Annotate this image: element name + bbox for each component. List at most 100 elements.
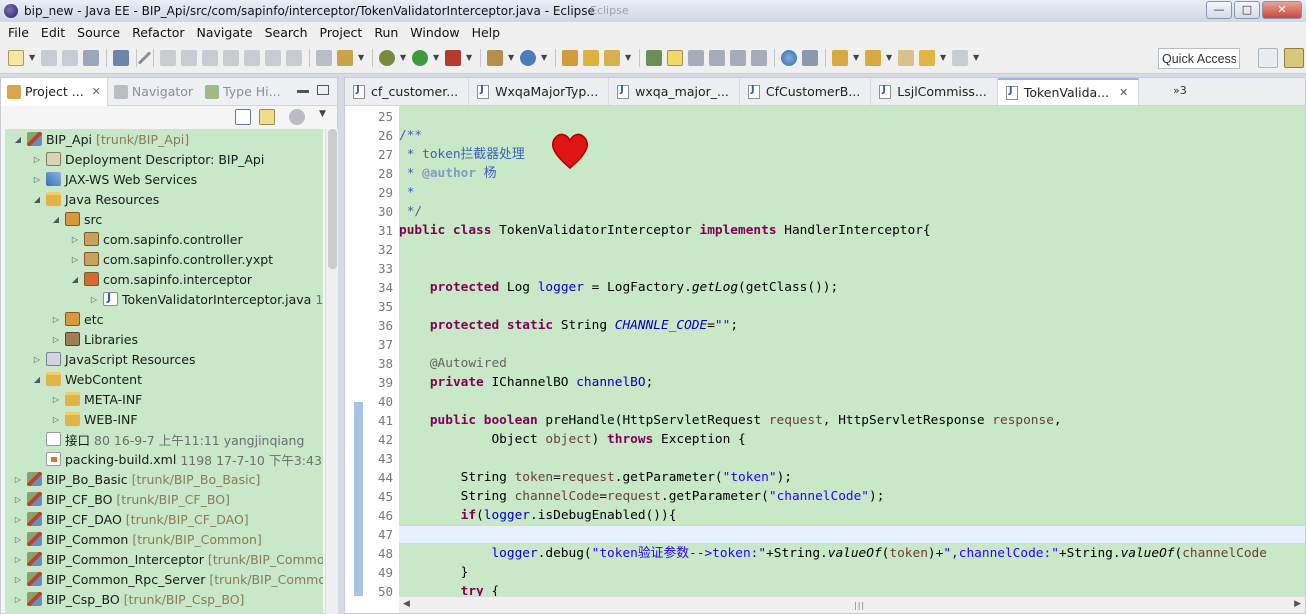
new-java-project-icon[interactable] bbox=[487, 49, 503, 66]
new-class-dropdown-icon[interactable]: ▼ bbox=[541, 53, 547, 62]
collapsed-arrow-icon[interactable]: ▷ bbox=[13, 595, 23, 604]
tab-project-explorer[interactable]: Project ... ✕ bbox=[1, 77, 108, 106]
run-icon[interactable] bbox=[412, 49, 428, 66]
server-icon[interactable] bbox=[113, 49, 129, 66]
search-dropdown-icon[interactable]: ▼ bbox=[625, 53, 631, 62]
open-type-icon[interactable] bbox=[562, 49, 578, 66]
collapse-all-icon[interactable] bbox=[235, 109, 251, 125]
minimize-button[interactable]: — bbox=[1206, 1, 1232, 19]
resume-icon[interactable] bbox=[160, 49, 176, 66]
search-icon[interactable] bbox=[604, 49, 620, 66]
menu-edit[interactable]: Edit bbox=[35, 25, 71, 40]
menu-navigate[interactable]: Navigate bbox=[191, 25, 259, 40]
tree-scrollbar[interactable] bbox=[325, 129, 338, 614]
save-all-icon[interactable] bbox=[62, 49, 78, 66]
collapsed-arrow-icon[interactable]: ▷ bbox=[51, 315, 61, 324]
back-dropdown-icon[interactable]: ▼ bbox=[940, 53, 946, 62]
step-return-icon[interactable] bbox=[286, 49, 302, 66]
pilcrow-icon[interactable] bbox=[751, 49, 767, 66]
code-area[interactable]: /** * token拦截器处理 * @author 杨 * */ public … bbox=[399, 106, 1305, 596]
debug-icon[interactable] bbox=[379, 49, 395, 66]
debug-dropdown-icon[interactable]: ▼ bbox=[400, 53, 406, 62]
open-folder-icon[interactable] bbox=[583, 49, 599, 66]
tree-item[interactable]: ▷ com.sapinfo.controller bbox=[5, 229, 323, 249]
task-icon[interactable] bbox=[646, 49, 662, 66]
tab-type-hierarchy[interactable]: Type Hi... bbox=[199, 78, 286, 106]
menu-window[interactable]: Window bbox=[404, 25, 465, 40]
new-java-dropdown-icon[interactable]: ▼ bbox=[508, 53, 514, 62]
collapsed-arrow-icon[interactable]: ▷ bbox=[51, 335, 61, 344]
close-icon[interactable]: ✕ bbox=[1119, 86, 1128, 99]
tree-item[interactable]: ▷ BIP_Bo_Basic [trunk/BIP_Bo_Basic] bbox=[5, 469, 323, 489]
collapsed-arrow-icon[interactable]: ▷ bbox=[13, 515, 23, 524]
tree-item[interactable]: ▷ TokenValidatorInterceptor.java16 bbox=[5, 289, 323, 309]
suspend-icon[interactable] bbox=[181, 49, 197, 66]
last-edit-icon[interactable] bbox=[898, 49, 914, 66]
scrollbar-thumb[interactable] bbox=[328, 129, 337, 269]
maximize-view-icon[interactable] bbox=[317, 85, 329, 95]
next-annotation-dropdown-icon[interactable]: ▼ bbox=[853, 53, 859, 62]
step-into-icon[interactable] bbox=[244, 49, 260, 66]
tree-item[interactable]: ▷ BIP_Common_Interceptor[trunk/BIP_Common… bbox=[5, 549, 323, 569]
editor-tab[interactable]: CfCustomerB... bbox=[740, 78, 872, 105]
tree-item[interactable]: ◢ WebContent bbox=[5, 369, 323, 389]
minimize-view-icon[interactable] bbox=[297, 90, 309, 93]
close-icon[interactable]: ✕ bbox=[92, 85, 101, 98]
block-selection-icon[interactable] bbox=[688, 49, 704, 66]
collapsed-arrow-icon[interactable]: ▷ bbox=[13, 535, 23, 544]
link-with-editor-icon[interactable] bbox=[259, 109, 275, 125]
expanded-arrow-icon[interactable]: ◢ bbox=[32, 195, 42, 204]
step-over-icon[interactable] bbox=[265, 49, 281, 66]
menu-project[interactable]: Project bbox=[314, 25, 369, 40]
view-menu-icon[interactable]: ▼ bbox=[319, 109, 335, 125]
tree-item[interactable]: ▷ com.sapinfo.controller.yxpt bbox=[5, 249, 323, 269]
tree-item[interactable]: ▷ JAX-WS Web Services bbox=[5, 169, 323, 189]
tree-item[interactable]: ◢ com.sapinfo.interceptor bbox=[5, 269, 323, 289]
prev-annotation-icon[interactable] bbox=[865, 49, 881, 66]
maximize-button[interactable]: □ bbox=[1234, 1, 1260, 19]
collapsed-arrow-icon[interactable]: ▷ bbox=[13, 475, 23, 484]
open-perspective-icon[interactable] bbox=[1258, 48, 1278, 68]
menu-search[interactable]: Search bbox=[259, 25, 314, 40]
next-annotation-icon[interactable] bbox=[832, 49, 848, 66]
collapsed-arrow-icon[interactable]: ▷ bbox=[13, 575, 23, 584]
new-dropdown-icon[interactable]: ▼ bbox=[29, 53, 35, 62]
disconnect-icon[interactable] bbox=[223, 49, 239, 66]
tree-item[interactable]: ▷ WEB-INF bbox=[5, 409, 323, 429]
tree-item[interactable]: ▷ Libraries bbox=[5, 329, 323, 349]
word-wrap-icon[interactable] bbox=[709, 49, 725, 66]
tree-item[interactable]: ▷ etc bbox=[5, 309, 323, 329]
tree-item[interactable]: ▷ BIP_Common [trunk/BIP_Common] bbox=[5, 529, 323, 549]
external-tools-icon[interactable] bbox=[445, 49, 461, 66]
forward-dropdown-icon[interactable]: ▼ bbox=[973, 53, 979, 62]
collapsed-arrow-icon[interactable]: ▷ bbox=[32, 175, 42, 184]
collapsed-arrow-icon[interactable]: ▷ bbox=[89, 295, 99, 304]
editor-tab[interactable]: LsjlCommiss... bbox=[871, 78, 998, 105]
editor-tab[interactable]: cf_customer... bbox=[345, 78, 470, 105]
print-icon[interactable] bbox=[83, 49, 99, 66]
expanded-arrow-icon[interactable]: ◢ bbox=[32, 375, 42, 384]
tree-item[interactable]: ▷ BIP_CF_DAO [trunk/BIP_CF_DAO] bbox=[5, 509, 323, 529]
collapsed-arrow-icon[interactable]: ▷ bbox=[70, 255, 80, 264]
tree-item[interactable]: ▷ Deployment Descriptor: BIP_Api bbox=[5, 149, 323, 169]
external-tools-dropdown-icon[interactable]: ▼ bbox=[466, 53, 472, 62]
tree-item[interactable]: ◢ src bbox=[5, 209, 323, 229]
collapsed-arrow-icon[interactable]: ▷ bbox=[51, 415, 61, 424]
quick-access-input[interactable] bbox=[1158, 48, 1240, 69]
tree-item[interactable]: packing-build.xml 1198 17-7-10 下午3:43 x bbox=[5, 449, 323, 469]
expanded-arrow-icon[interactable]: ◢ bbox=[70, 275, 80, 284]
tree-item[interactable]: ▷ JavaScript Resources bbox=[5, 349, 323, 369]
expanded-arrow-icon[interactable]: ◢ bbox=[13, 135, 23, 144]
run-dropdown-icon[interactable]: ▼ bbox=[433, 53, 439, 62]
terminate-icon[interactable] bbox=[202, 49, 218, 66]
menu-help[interactable]: Help bbox=[466, 25, 507, 40]
use-step-filters-icon[interactable] bbox=[316, 49, 332, 66]
collapsed-arrow-icon[interactable]: ▷ bbox=[32, 155, 42, 164]
new-class-icon[interactable] bbox=[520, 49, 536, 66]
close-window-button[interactable]: ✕ bbox=[1262, 1, 1302, 19]
tree-item[interactable]: ◢ Java Resources bbox=[5, 189, 323, 209]
build-icon[interactable] bbox=[802, 49, 818, 66]
scroll-right-icon[interactable]: ▶ bbox=[1294, 599, 1301, 609]
collapsed-arrow-icon[interactable]: ▷ bbox=[51, 395, 61, 404]
tree-item[interactable]: ▷ META-INF bbox=[5, 389, 323, 409]
